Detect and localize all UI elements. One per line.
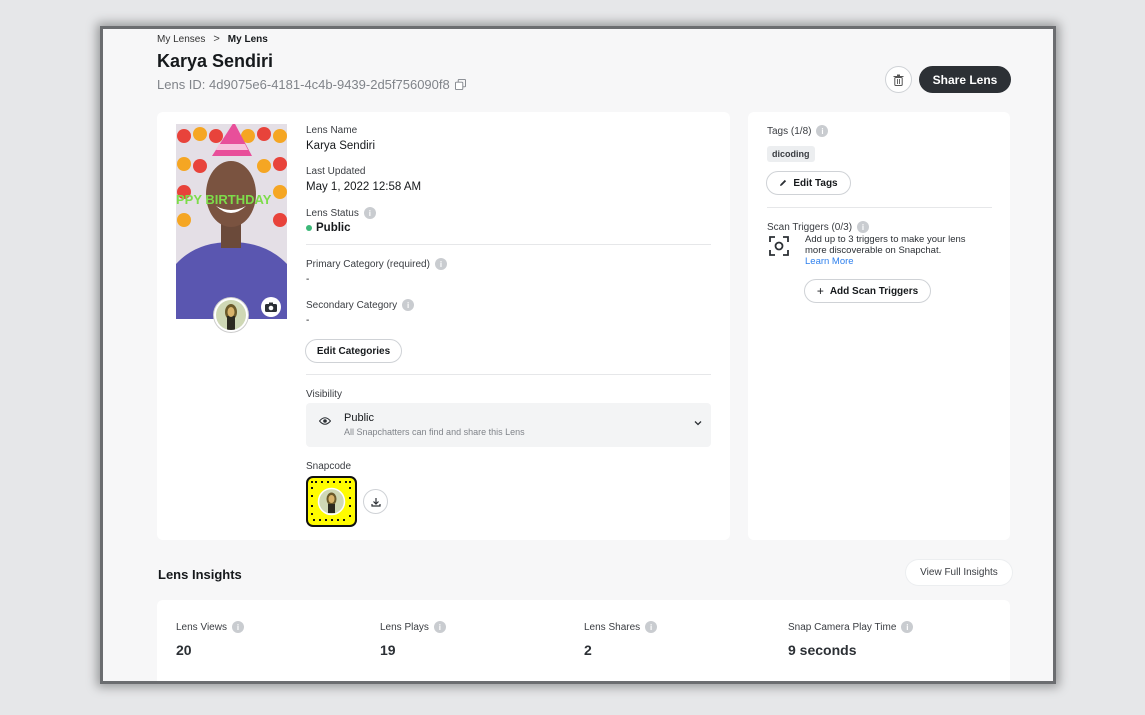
visibility-label: Visibility (306, 389, 342, 400)
insights-card: Lens Views i 20 Lens Plays i 19 Lens Share… (157, 600, 1010, 681)
thumbnail-birthday-text: PPY BIRTHDAY (176, 192, 272, 207)
stat-lens-shares: Lens Shares i 2 (584, 621, 658, 658)
visibility-select[interactable]: Public All Snapchatters can find and sha… (306, 403, 711, 447)
lens-preview-thumbnail[interactable]: PPY BIRTHDAY (176, 124, 287, 319)
last-updated-field: Last Updated May 1, 2022 12:58 AM (306, 166, 421, 193)
breadcrumb-separator: > (213, 33, 220, 45)
stat-lens-views: Lens Views i 20 (176, 621, 244, 658)
edit-tags-label: Edit Tags (793, 177, 838, 189)
edit-categories-button[interactable]: Edit Categories (305, 339, 402, 363)
lens-id-text: Lens ID: 4d9075e6-4181-4c4b-9439-2d5f756… (157, 77, 450, 92)
tag-list: dicoding (767, 144, 815, 162)
info-icon[interactable]: i (402, 299, 415, 311)
info-icon[interactable]: i (816, 125, 829, 137)
primary-category-label: Primary Category (required) (306, 258, 430, 270)
divider (306, 374, 711, 375)
scan-triggers-heading-text: Scan Triggers (0/3) (767, 221, 853, 233)
primary-category-field: Primary Category (required) i - (306, 258, 447, 285)
tag-chip: dicoding (767, 146, 815, 162)
stat-snap-camera-play-time: Snap Camera Play Time i 9 seconds (788, 621, 914, 658)
learn-more-link[interactable]: Learn More (805, 256, 854, 267)
view-full-insights-button[interactable]: View Full Insights (906, 560, 1012, 585)
stat-value: 20 (176, 642, 192, 658)
visibility-value: Public (344, 412, 374, 424)
visibility-description: All Snapchatters can find and share this… (344, 427, 525, 437)
breadcrumb-current: My Lens (227, 33, 268, 45)
info-icon[interactable]: i (434, 258, 447, 270)
browser-frame: My Lenses > My Lens Karya Sendiri Lens I… (100, 26, 1056, 684)
plus-icon: + (816, 284, 824, 298)
status-dot-icon (306, 225, 312, 231)
stat-label: Snap Camera Play Time (788, 621, 897, 633)
info-icon[interactable]: i (231, 621, 244, 633)
tags-heading: Tags (1/8) i (767, 125, 829, 137)
snapcode-label: Snapcode (306, 461, 352, 472)
lens-details-card: PPY BIRTHDAY Lens Name Karya Sendiri Las… (157, 112, 730, 540)
last-updated-label: Last Updated (306, 166, 366, 177)
stat-lens-plays: Lens Plays i 19 (380, 621, 446, 658)
secondary-category-label: Secondary Category (306, 299, 398, 311)
pencil-icon (779, 179, 787, 187)
secondary-category-value: - (306, 315, 310, 326)
snapcode-image[interactable] (306, 476, 357, 527)
tags-triggers-card: Tags (1/8) i dicoding Edit Tags Scan Trig… (748, 112, 1010, 540)
insights-title: Lens Insights (158, 567, 242, 582)
stat-value: 19 (380, 642, 396, 658)
lens-id: Lens ID: 4d9075e6-4181-4c4b-9439-2d5f756… (157, 77, 466, 92)
info-icon[interactable]: i (645, 621, 658, 633)
copy-icon[interactable] (454, 79, 466, 90)
lens-preview-image: PPY BIRTHDAY (176, 124, 287, 319)
chevron-down-icon (694, 420, 702, 426)
info-icon[interactable]: i (363, 207, 376, 219)
info-icon[interactable]: i (901, 621, 914, 633)
lens-name-field: Lens Name Karya Sendiri (306, 125, 375, 152)
page-title: Karya Sendiri (157, 51, 274, 71)
scan-triggers-heading: Scan Triggers (0/3) i (767, 221, 870, 233)
add-scan-triggers-label: Add Scan Triggers (829, 285, 919, 297)
share-lens-button[interactable]: Share Lens (919, 66, 1011, 93)
tags-heading-text: Tags (1/8) (767, 125, 812, 137)
secondary-category-field: Secondary Category i - (306, 299, 415, 326)
eye-icon (319, 417, 331, 425)
primary-category-value: - (306, 274, 310, 285)
scan-triggers-description: Add up to 3 triggers to make your lens m… (805, 234, 966, 256)
stat-value: 9 seconds (788, 642, 857, 658)
download-icon (370, 497, 381, 507)
lens-status-label: Lens Status (306, 207, 359, 219)
stat-label: Lens Views (176, 621, 227, 633)
creator-avatar (214, 298, 248, 332)
stat-label: Lens Shares (584, 621, 641, 633)
delete-lens-button[interactable] (885, 66, 912, 93)
add-scan-triggers-button[interactable]: + Add Scan Triggers (804, 279, 931, 303)
info-icon[interactable]: i (857, 221, 870, 233)
stat-value: 2 (584, 642, 592, 658)
divider (767, 207, 992, 208)
camera-icon[interactable] (261, 297, 281, 317)
breadcrumb-my-lenses[interactable]: My Lenses (157, 34, 205, 45)
trash-icon (893, 74, 904, 86)
download-snapcode-button[interactable] (363, 489, 388, 514)
breadcrumb: My Lenses > My Lens (157, 33, 268, 45)
edit-tags-button[interactable]: Edit Tags (766, 171, 851, 195)
lens-name-label: Lens Name (306, 125, 358, 136)
last-updated-value: May 1, 2022 12:58 AM (306, 181, 422, 193)
divider (306, 244, 711, 245)
info-icon[interactable]: i (433, 621, 446, 633)
lens-name-value: Karya Sendiri (306, 140, 376, 152)
lens-status-value: Public (316, 222, 351, 234)
scan-icon (769, 236, 789, 256)
stat-label: Lens Plays (380, 621, 429, 633)
lens-status-field: Lens Status i Public (306, 207, 376, 234)
